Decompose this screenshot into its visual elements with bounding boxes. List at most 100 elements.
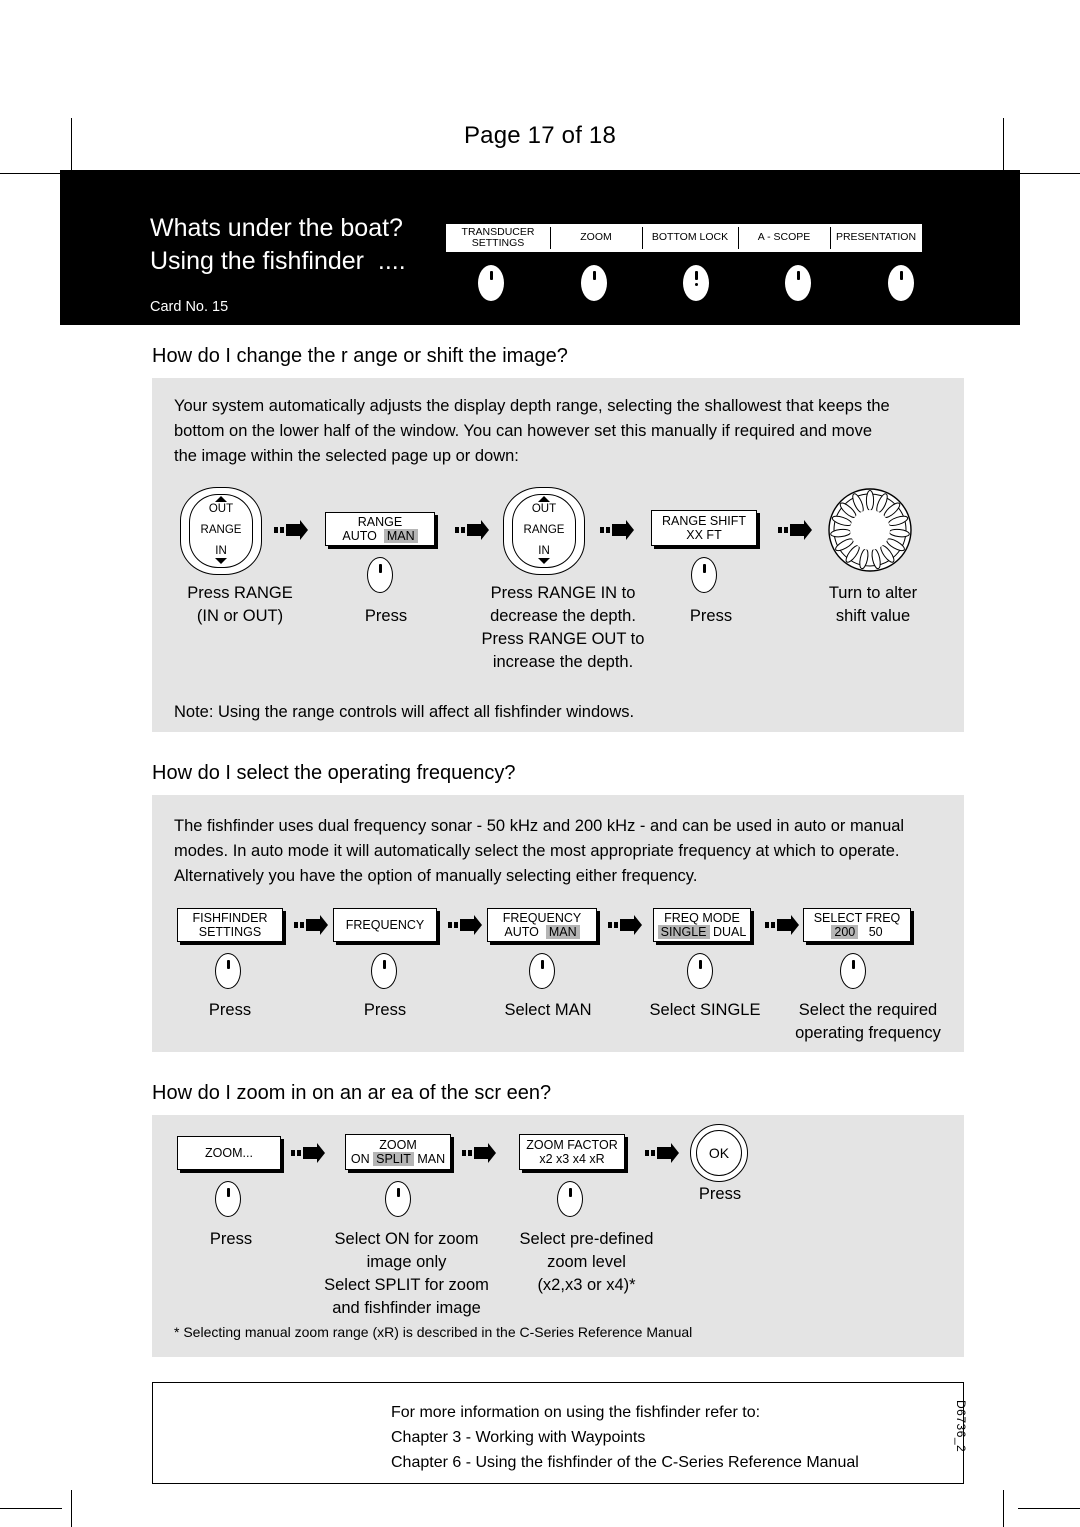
range-body-line1: Your system automatically adjusts the di… <box>174 397 890 415</box>
softkey-presentation[interactable]: PRESENTATION <box>830 224 922 252</box>
lcd-zoom-menu[interactable]: ZOOM... <box>177 1136 281 1170</box>
range-caption-3-line3: Press RANGE OUT to <box>481 630 645 648</box>
softkey-transducer-settings[interactable]: TRANSDUCER SETTINGS <box>446 224 550 252</box>
lcd-frequency-auto-man[interactable]: FREQUENCY AUTO MAN <box>487 908 597 942</box>
range-caption-2: Press <box>364 607 408 625</box>
softkey-button-zoom-mode[interactable] <box>385 1181 411 1217</box>
lcd-select-freq-title: SELECT FREQ <box>813 910 901 925</box>
softkey-a-scope-label: A - SCOPE <box>757 231 811 244</box>
lcd-frequency-auto-man-title: FREQUENCY <box>502 910 582 925</box>
lcd-range-opt-auto[interactable]: AUTO <box>342 529 377 543</box>
softkey-bottom-lock[interactable]: BOTTOM LOCK <box>642 224 738 252</box>
softkey-transducer-settings-line2: SETTINGS <box>471 237 525 249</box>
range-caption-4: Press <box>689 607 733 625</box>
softkey-button-bottom-lock[interactable] <box>683 265 709 301</box>
lcd-zoom-menu-label: ZOOM... <box>205 1145 253 1160</box>
lcd-select-freq-opt-50[interactable]: 50 <box>869 925 883 939</box>
lcd-zoom-mode-options: ON SPLIT MAN <box>346 1152 450 1167</box>
lcd-freq-mode[interactable]: FREQ MODE SINGLE DUAL <box>653 908 751 942</box>
lcd-frequency-opt-auto[interactable]: AUTO <box>504 925 539 939</box>
range-rocker-switch-1[interactable]: OUT RANGE IN <box>180 487 262 575</box>
zoom-caption-3-line1: Select pre-defined <box>519 1230 654 1248</box>
crop-mark-top-left <box>0 173 62 174</box>
zoom-caption-2-line1: Select ON for zoom <box>334 1230 479 1248</box>
lcd-zoom-factor[interactable]: ZOOM FACTOR x2 x3 x4 xR <box>519 1134 625 1170</box>
ok-button[interactable]: OK <box>690 1124 748 1182</box>
rocker-label-range: RANGE <box>200 524 242 536</box>
lcd-select-freq-opt-200[interactable]: 200 <box>831 925 859 939</box>
softkey-button-range-shift[interactable] <box>691 557 717 593</box>
card-number-label: Card No. 15 <box>150 299 229 315</box>
lcd-range-options: AUTO MAN <box>326 529 434 544</box>
softkey-button-zoom-menu[interactable] <box>215 1181 241 1217</box>
lcd-zoom-mode[interactable]: ZOOM ON SPLIT MAN <box>345 1134 451 1170</box>
frequency-caption-4: Select SINGLE <box>649 1001 761 1019</box>
softkey-button-zoom[interactable] <box>581 265 607 301</box>
softkey-button-presentation[interactable] <box>888 265 914 301</box>
reference-line1: For more information on using the fishfi… <box>391 1404 761 1421</box>
heading-frequency: How do I select the operating frequency? <box>152 762 516 784</box>
range-rocker-switch-2[interactable]: OUT RANGE IN <box>503 487 585 575</box>
crop-mark-bottom-right-v <box>1003 1490 1004 1527</box>
lcd-frequency-opt-man[interactable]: MAN <box>545 925 580 939</box>
softkey-button-a-scope[interactable] <box>785 265 811 301</box>
lcd-frequency-auto-man-options: AUTO MAN <box>488 925 596 940</box>
card-title-line2: Using the fishfinder .... <box>150 247 406 275</box>
lcd-freq-mode-opt-dual[interactable]: DUAL <box>713 925 746 939</box>
rocker-label-out: OUT <box>208 503 234 515</box>
heading-zoom: How do I zoom in on an ar ea of the scr … <box>152 1082 552 1104</box>
zoom-caption-2: Select ON for zoom image only Select SPLIT… <box>310 1228 503 1320</box>
softkey-a-scope[interactable]: A - SCOPE <box>738 224 830 252</box>
softkey-button-zoom-factor[interactable] <box>557 1181 583 1217</box>
range-caption-3-line2: decrease the depth. <box>490 607 636 625</box>
range-body-line3: the image within the selected page up or… <box>174 447 519 465</box>
frequency-caption-1: Press <box>208 1001 252 1019</box>
reference-box: For more information on using the fishfi… <box>152 1382 964 1484</box>
range-caption-1-line1: Press RANGE <box>187 584 293 602</box>
range-caption-5-line1: Turn to alter <box>828 584 918 602</box>
lcd-range-shift-title: RANGE SHIFT <box>661 513 747 528</box>
softkey-button-fishfinder-settings[interactable] <box>215 953 241 989</box>
softkey-button-range-mode[interactable] <box>367 557 393 593</box>
page-number: Page 17 of 18 <box>463 122 617 149</box>
lcd-zoom-mode-opt-on[interactable]: ON <box>351 1152 370 1166</box>
softkey-button-freq-mode[interactable] <box>687 953 713 989</box>
card-title: Whats under the boat? Using the fishfinde… <box>150 212 406 278</box>
lcd-range-auto-man[interactable]: RANGE AUTO MAN <box>325 512 435 546</box>
softkey-button-frequency-auto-man[interactable] <box>529 953 555 989</box>
lcd-freq-mode-title: FREQ MODE <box>664 910 740 925</box>
rotary-knob-icon[interactable] <box>827 487 913 573</box>
zoom-caption-1: Press <box>209 1230 253 1248</box>
softkey-button-transducer-settings[interactable] <box>478 265 504 301</box>
lcd-freq-mode-opt-single[interactable]: SINGLE <box>657 925 710 939</box>
softkey-button-frequency-menu[interactable] <box>371 953 397 989</box>
frequency-body-line3: Alternatively you have the option of man… <box>174 867 698 885</box>
lcd-fishfinder-settings-line2: SETTINGS <box>198 925 262 939</box>
range-caption-5-line2: shift value <box>835 607 911 625</box>
lcd-frequency-menu[interactable]: FREQUENCY <box>333 908 437 942</box>
softkey-zoom-label: ZOOM <box>580 231 612 244</box>
zoom-caption-3: Select pre-defined zoom level (x2,x3 or x4… <box>505 1228 668 1297</box>
rocker-label-in: IN <box>538 545 550 557</box>
lcd-zoom-factor-options[interactable]: x2 x3 x4 xR <box>520 1152 624 1167</box>
crop-mark-bottom-left-v <box>71 1490 72 1527</box>
frequency-caption-5-line1: Select the required <box>798 1001 938 1019</box>
rocker-up-arrow-icon <box>538 496 550 502</box>
lcd-select-freq[interactable]: SELECT FREQ 200 50 <box>803 908 911 942</box>
softkey-zoom[interactable]: ZOOM <box>550 224 642 252</box>
lcd-range-shift[interactable]: RANGE SHIFT XX FT <box>651 510 757 546</box>
frequency-body-line1: The fishfinder uses dual frequency sonar… <box>174 817 905 835</box>
reference-line3: Chapter 6 - Using the fishfinder of the … <box>391 1454 859 1471</box>
document-id: D6736_2 <box>954 1400 968 1453</box>
lcd-range-opt-man[interactable]: MAN <box>383 529 418 543</box>
flow-arrow-icon <box>765 915 799 935</box>
lcd-range-shift-value: XX FT <box>686 528 722 542</box>
range-caption-1: Press RANGE (IN or OUT) <box>160 582 320 628</box>
lcd-fishfinder-settings[interactable]: FISHFINDER SETTINGS <box>177 908 283 942</box>
frequency-body-line2: modes. In auto mode it will automaticall… <box>174 842 900 860</box>
lcd-zoom-mode-opt-split[interactable]: SPLIT <box>373 1152 414 1166</box>
lcd-fishfinder-settings-line1: FISHFINDER <box>192 910 268 925</box>
softkey-button-select-freq[interactable] <box>840 953 866 989</box>
lcd-zoom-mode-opt-man[interactable]: MAN <box>417 1152 445 1166</box>
zoom-caption-4: Press <box>698 1185 742 1203</box>
